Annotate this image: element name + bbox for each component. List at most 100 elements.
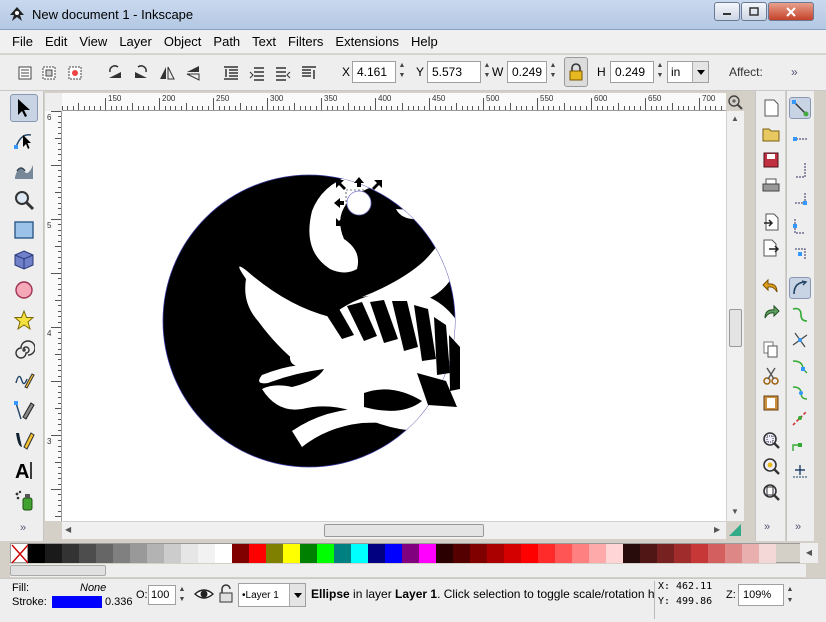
h-spinner[interactable]: ▲ ▼ bbox=[655, 61, 665, 83]
snap-paths-button[interactable] bbox=[789, 303, 811, 325]
palette-swatch[interactable] bbox=[436, 544, 453, 563]
redo-button[interactable] bbox=[760, 301, 782, 323]
snap-bbox-button[interactable] bbox=[789, 131, 811, 153]
snap-rotation-center-button[interactable] bbox=[789, 459, 811, 481]
snap-bbox-center-button[interactable] bbox=[789, 243, 811, 265]
new-document-button[interactable] bbox=[760, 97, 782, 119]
lower-button[interactable] bbox=[246, 62, 268, 84]
palette-swatch[interactable] bbox=[453, 544, 470, 563]
color-management-icon[interactable] bbox=[728, 522, 742, 538]
layer-select[interactable]: •Layer 1 bbox=[238, 583, 306, 607]
node-tool[interactable] bbox=[9, 126, 39, 154]
drawing-canvas[interactable] bbox=[62, 111, 726, 521]
flip-horizontal-button[interactable] bbox=[156, 62, 178, 84]
palette-swatch[interactable] bbox=[708, 544, 725, 563]
pen-tool[interactable] bbox=[9, 396, 39, 424]
palette-swatch[interactable] bbox=[487, 544, 504, 563]
raise-to-top-button[interactable] bbox=[298, 62, 320, 84]
palette-swatch[interactable] bbox=[385, 544, 402, 563]
palette-swatch[interactable] bbox=[674, 544, 691, 563]
menu-filters[interactable]: Filters bbox=[288, 34, 323, 49]
zoom-fit-button[interactable] bbox=[727, 94, 743, 110]
snap-object-midpoints-button[interactable] bbox=[789, 433, 811, 455]
export-button[interactable] bbox=[760, 237, 782, 259]
palette-scroll-thumb[interactable] bbox=[10, 565, 106, 576]
palette-swatch[interactable] bbox=[572, 544, 589, 563]
commands-overflow-button[interactable]: » bbox=[764, 521, 770, 533]
vertical-ruler[interactable]: 6 5 4 3 bbox=[45, 111, 62, 521]
palette-swatch[interactable] bbox=[657, 544, 674, 563]
y-spinner[interactable]: ▲ ▼ bbox=[482, 61, 492, 83]
ellipse-tool[interactable] bbox=[9, 276, 39, 304]
menu-object[interactable]: Object bbox=[164, 34, 202, 49]
palette-swatch[interactable] bbox=[504, 544, 521, 563]
toolbox-overflow-button[interactable]: » bbox=[20, 522, 26, 534]
palette-swatch[interactable] bbox=[606, 544, 623, 563]
cut-button[interactable] bbox=[760, 365, 782, 387]
scroll-right-arrow-icon[interactable]: ▶ bbox=[714, 525, 720, 534]
palette-swatch[interactable] bbox=[232, 544, 249, 563]
palette-swatch[interactable] bbox=[215, 544, 232, 563]
palette-swatch[interactable] bbox=[113, 544, 130, 563]
palette-scrollbar[interactable] bbox=[10, 564, 806, 577]
palette-swatch[interactable] bbox=[249, 544, 266, 563]
opacity-input[interactable] bbox=[148, 585, 176, 605]
palette-swatch[interactable] bbox=[419, 544, 436, 563]
zoom-page-button[interactable] bbox=[760, 481, 782, 503]
snap-bbox-edge-button[interactable] bbox=[789, 159, 811, 181]
vertical-scroll-thumb[interactable] bbox=[729, 309, 742, 347]
palette-swatch[interactable] bbox=[96, 544, 113, 563]
rotate-cw-button[interactable] bbox=[130, 62, 152, 84]
palette-swatch[interactable] bbox=[351, 544, 368, 563]
x-spinner[interactable]: ▲ ▼ bbox=[397, 61, 407, 83]
save-button[interactable] bbox=[760, 149, 782, 171]
palette-swatch[interactable] bbox=[130, 544, 147, 563]
paste-button[interactable] bbox=[760, 391, 782, 413]
lock-ratio-button[interactable] bbox=[564, 57, 588, 87]
palette-swatch[interactable] bbox=[402, 544, 419, 563]
print-button[interactable] bbox=[760, 175, 782, 197]
select-all-layers-button[interactable] bbox=[38, 62, 60, 84]
snap-bbox-midpoint-button[interactable] bbox=[789, 215, 811, 237]
minimize-button[interactable] bbox=[714, 2, 740, 21]
palette-swatch[interactable] bbox=[470, 544, 487, 563]
palette-swatch[interactable] bbox=[28, 544, 45, 563]
menu-extensions[interactable]: Extensions bbox=[335, 34, 399, 49]
h-input[interactable] bbox=[610, 61, 654, 83]
menu-file[interactable]: File bbox=[12, 34, 33, 49]
menu-help[interactable]: Help bbox=[411, 34, 438, 49]
open-button[interactable] bbox=[760, 123, 782, 145]
zoom-spinner[interactable]: ▲ ▼ bbox=[785, 584, 795, 606]
text-tool[interactable]: A bbox=[9, 456, 39, 484]
palette-swatch[interactable] bbox=[164, 544, 181, 563]
palette-swatch[interactable] bbox=[45, 544, 62, 563]
calligraphy-tool[interactable] bbox=[9, 426, 39, 454]
palette-swatch[interactable] bbox=[147, 544, 164, 563]
layer-lock-toggle[interactable] bbox=[218, 584, 234, 604]
snap-line-midpoints-button[interactable] bbox=[789, 407, 811, 429]
snap-toggle-button[interactable] bbox=[789, 97, 811, 119]
palette-swatch[interactable] bbox=[266, 544, 283, 563]
palette-swatch[interactable] bbox=[181, 544, 198, 563]
horizontal-ruler[interactable]: 150 200 250 300 350 400 450 500 550 600 650 700 bbox=[62, 93, 726, 111]
palette-swatch[interactable] bbox=[198, 544, 215, 563]
selector-tool[interactable] bbox=[10, 94, 38, 122]
rotate-ccw-button[interactable] bbox=[104, 62, 126, 84]
toolbar-overflow-button[interactable]: » bbox=[791, 65, 798, 79]
rectangle-tool[interactable] bbox=[9, 216, 39, 244]
menu-text[interactable]: Text bbox=[252, 34, 276, 49]
palette-swatch[interactable] bbox=[640, 544, 657, 563]
tweak-tool[interactable] bbox=[9, 156, 39, 184]
palette-swatch[interactable] bbox=[691, 544, 708, 563]
zoom-tool[interactable] bbox=[9, 186, 39, 214]
import-button[interactable] bbox=[760, 211, 782, 233]
select-all-button[interactable] bbox=[14, 62, 36, 84]
snap-intersections-button[interactable] bbox=[789, 329, 811, 351]
scroll-up-arrow-icon[interactable]: ▲ bbox=[731, 114, 739, 123]
pencil-tool[interactable] bbox=[9, 366, 39, 394]
raise-button[interactable] bbox=[272, 62, 294, 84]
palette-menu-arrow-icon[interactable]: ◀ bbox=[800, 543, 818, 563]
snap-cusp-nodes-button[interactable] bbox=[789, 355, 811, 377]
stroke-width[interactable]: 0.336 bbox=[105, 596, 133, 608]
y-input[interactable] bbox=[427, 61, 481, 83]
